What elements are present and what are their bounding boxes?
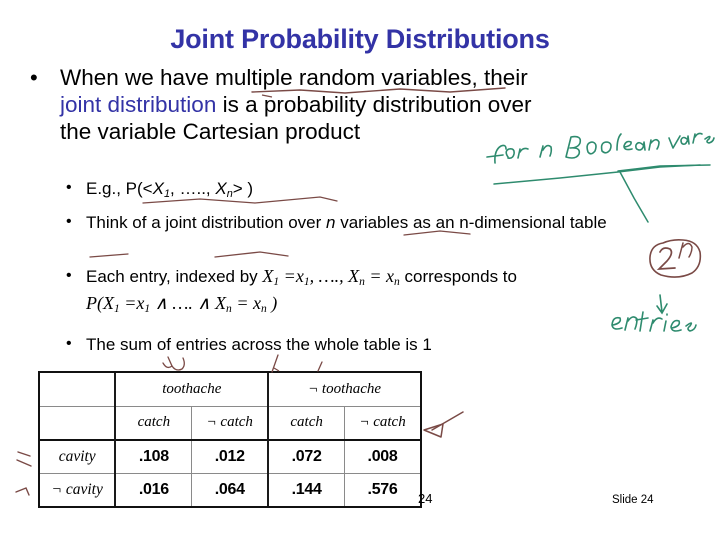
sub-bullet-sum-text: The sum of entries across the whole tabl…: [86, 335, 432, 354]
ink-brown-arrow-head: [423, 423, 444, 438]
sub-header-catch-1: catch: [114, 405, 193, 441]
sub-header-not-catch-2: ¬ catch: [344, 405, 423, 441]
think-text-a: Think of a joint distribution over: [86, 213, 327, 232]
cell-notcavity-nottoothache-catch: .144: [267, 473, 346, 508]
sub-bullet-think-text: Think of a joint distribution over n var…: [86, 212, 666, 233]
bullet-glyph: •: [30, 65, 38, 90]
sub-bullet-example-text: E.g., P(<X1, ….., Xn> ): [86, 178, 666, 205]
ink-squiggle-sum: [167, 356, 185, 371]
main-bullet-part2: , their: [471, 65, 528, 90]
table-row: toothache ¬ toothache: [37, 371, 422, 407]
ink-brown-arrow-to-table: [431, 411, 464, 431]
page-number: 24: [418, 491, 433, 506]
ink-squiggle-across: [271, 354, 279, 373]
think-text-b: variables as an n-dimensional table: [335, 213, 607, 232]
ink-brown-left-mark-1: [16, 451, 32, 467]
entry-tail: corresponds to: [399, 267, 517, 286]
entry-index-expression: X1 =x1, …., Xn = xn: [262, 266, 400, 289]
table-row: ¬ cavity .016 .064 .144 .576: [37, 473, 423, 508]
sub-bullet-entry: • Each entry, indexed by X1 =x1, …., Xn …: [66, 266, 666, 320]
cell-notcavity-toothache-notcatch: .064: [191, 473, 269, 508]
sub-header-not-catch-1: ¬ catch: [191, 405, 269, 441]
sub-bullet-example: • E.g., P(<X1, ….., Xn> ): [66, 178, 666, 205]
entry-lead: Each entry, indexed by: [86, 267, 263, 286]
cell-notcavity-nottoothache-notcatch: .576: [344, 473, 423, 508]
entry-formula: P(X1 =x1 ∧ …. ∧ Xn = xn ): [86, 293, 278, 316]
cell-cavity-nottoothache-notcatch: .008: [344, 439, 423, 474]
cell-cavity-toothache-notcatch: .012: [191, 439, 269, 474]
bullet-glyph: •: [66, 213, 72, 230]
table-row: catch ¬ catch catch ¬ catch: [37, 405, 423, 441]
eg-prefix: E.g., P(<: [86, 179, 153, 198]
sub-bullet-entry-text: Each entry, indexed by X1 =x1, …., Xn = …: [86, 266, 666, 320]
cell-notcavity-toothache-catch: .016: [114, 473, 193, 508]
sub-bullet-sum: • The sum of entries across the whole ta…: [66, 334, 666, 355]
main-bullet-underlined-phrase: multiple random variables: [215, 65, 472, 90]
eg-var1: X: [152, 179, 164, 198]
table-corner-cell-2: [37, 405, 116, 441]
ink-underline-dimensional-table: [89, 253, 129, 258]
sub-header-catch-2: catch: [267, 405, 346, 441]
ink-green-underline-2: [617, 164, 711, 172]
page-title: Joint Probability Distributions: [170, 24, 550, 54]
main-bullet-text: When we have multiple random variables, …: [60, 64, 544, 145]
ink-brown-tick-above-table-2: [317, 361, 323, 372]
table-corner-cell: [37, 371, 116, 407]
row-label-not-cavity: ¬ cavity: [37, 473, 116, 508]
slide-number: Slide 24: [612, 494, 654, 506]
slide-canvas: Joint Probability Distributions • When w…: [0, 0, 720, 540]
main-bullet-highlight: joint distribution: [60, 92, 217, 117]
col-group-header-toothache: toothache: [114, 371, 269, 407]
table-row: cavity .108 .012 .072 .008: [37, 439, 423, 474]
sub-bullet-think: • Think of a joint distribution over n v…: [66, 212, 666, 233]
eg-suffix: > ): [232, 179, 254, 198]
col-group-header-not-toothache: ¬ toothache: [267, 371, 422, 407]
bullet-glyph: •: [66, 267, 72, 284]
main-bullet-part1: When we have: [60, 65, 216, 90]
ink-brown-n-exponent-glyph: [678, 242, 693, 259]
joint-probability-table: toothache ¬ toothache catch ¬ catch catc…: [37, 371, 423, 508]
main-bullet: • When we have multiple random variables…: [24, 64, 544, 145]
ink-brown-left-mark-2: [15, 487, 30, 496]
ink-underline-dimensional-table-2: [214, 251, 289, 258]
cell-cavity-toothache-catch: .108: [114, 439, 193, 474]
bullet-glyph: •: [66, 335, 72, 352]
eg-middle: , …..,: [170, 179, 216, 198]
row-label-cavity: cavity: [37, 439, 116, 474]
cell-cavity-nottoothache-catch: .072: [267, 439, 346, 474]
bullet-glyph: •: [66, 179, 72, 196]
eg-var2: X: [215, 179, 227, 198]
ink-brown-tick-above-table-1: [162, 362, 173, 369]
